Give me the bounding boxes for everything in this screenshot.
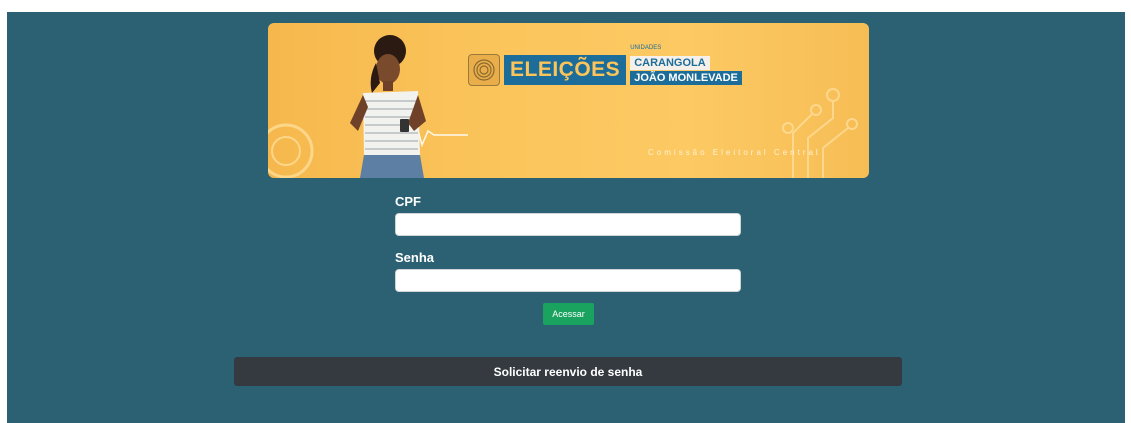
- fingerprint-icon: [468, 54, 500, 86]
- login-button[interactable]: Acessar: [543, 303, 594, 325]
- cpf-input[interactable]: [395, 213, 741, 236]
- logo-word: ELEIÇÕES: [504, 55, 627, 85]
- election-logo: ELEIÇÕES UNIDADES CARANGOLA JOÃO MONLEVA…: [468, 45, 742, 91]
- senha-label: Senha: [395, 250, 435, 265]
- login-page: ELEIÇÕES UNIDADES CARANGOLA JOÃO MONLEVA…: [7, 12, 1125, 423]
- unit-carangola: CARANGOLA: [630, 55, 710, 70]
- election-banner: ELEIÇÕES UNIDADES CARANGOLA JOÃO MONLEVA…: [268, 23, 869, 178]
- cpf-label: CPF: [395, 194, 421, 209]
- banner-subtitle: Comissão Eleitoral Central: [648, 148, 821, 157]
- units-block: UNIDADES CARANGOLA JOÃO MONLEVADE: [630, 45, 742, 85]
- resend-password-button[interactable]: Solicitar reenvio de senha: [234, 357, 902, 386]
- woman-illustration: [350, 35, 426, 178]
- units-label: UNIDADES: [630, 44, 662, 51]
- unit-joao-monlevade: JOÃO MONLEVADE: [630, 70, 742, 85]
- senha-input[interactable]: [395, 269, 741, 292]
